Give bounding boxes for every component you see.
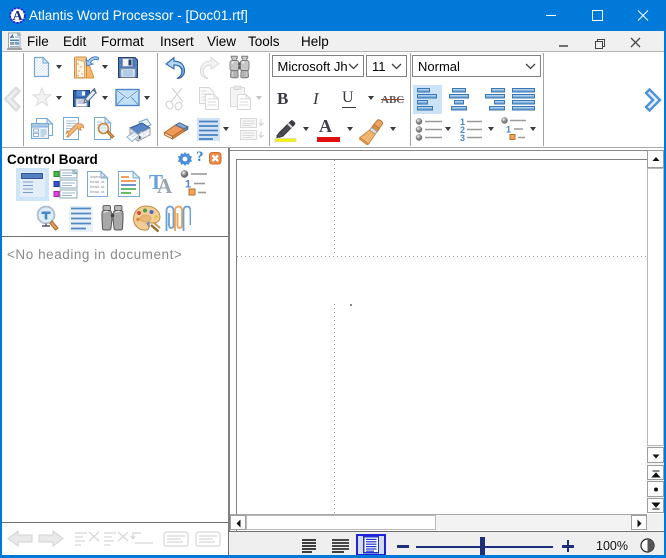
- svg-text:1: 1: [506, 125, 511, 135]
- svg-text:head. st.: head. st.: [90, 189, 105, 194]
- svg-text:A: A: [12, 9, 23, 24]
- svg-text:3: 3: [460, 133, 465, 141]
